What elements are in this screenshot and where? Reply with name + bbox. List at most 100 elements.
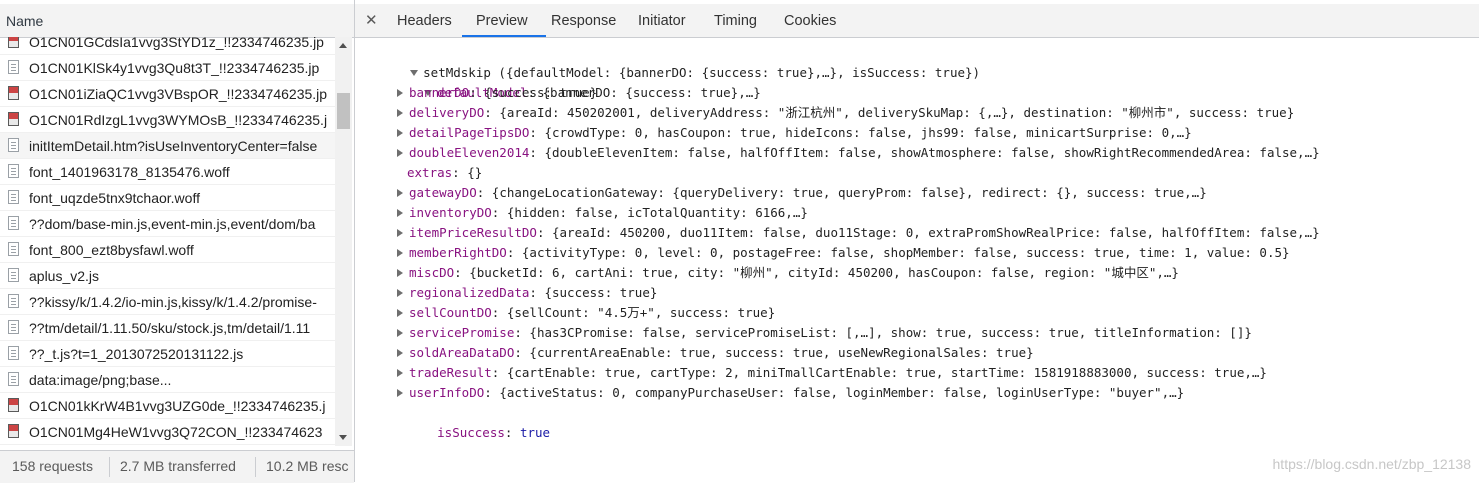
collapse-triangle-icon[interactable] (397, 288, 403, 297)
tree-key: regionalizedData (409, 285, 530, 300)
scroll-up-arrow-icon[interactable] (339, 43, 347, 48)
tree-node-default-model[interactable]: defaultModel: {bannerDO: {success: true}… (379, 63, 761, 100)
tree-key: deliveryDO (409, 105, 485, 120)
request-row[interactable]: font_1401963178_8135476.woff (0, 159, 335, 185)
collapse-triangle-icon[interactable] (397, 108, 403, 117)
document-file-icon (8, 138, 19, 152)
image-file-icon (8, 424, 19, 438)
tree-key: servicePromise (409, 325, 515, 340)
image-file-icon (8, 37, 19, 48)
watermark: https://blog.csdn.net/zbp_12138 (1272, 456, 1471, 472)
tree-key: memberRightDO (409, 245, 507, 260)
request-row[interactable]: O1CN01Mg4HeW1vvg3Q72CON_!!233474623 (0, 419, 335, 445)
collapse-triangle-icon[interactable] (397, 368, 403, 377)
request-row[interactable]: ??dom/base-min.js,event-min.js,event/dom… (0, 211, 335, 237)
tab-initiator[interactable]: Initiator (638, 13, 686, 29)
request-name: ??dom/base-min.js,event-min.js,event/dom… (29, 216, 316, 232)
document-file-icon (8, 320, 19, 334)
image-file-icon (8, 112, 19, 126)
request-row[interactable]: ??tm/detail/1.11.50/sku/stock.js,tm/deta… (0, 315, 335, 341)
tree-node-regionalizeddata[interactable]: regionalizedData: {success: true} (395, 283, 657, 303)
image-file-icon (8, 86, 19, 100)
tab-headers[interactable]: Headers (397, 13, 452, 29)
tree-value: {areaId: 450202001, deliveryAddress: "浙江… (499, 105, 1295, 120)
request-name: font_800_ezt8bysfawl.woff (29, 242, 194, 258)
document-file-icon (8, 268, 19, 282)
request-row[interactable]: O1CN01iZiaQC1vvg3VBspOR_!!2334746235.jp (0, 81, 335, 107)
tree-node-bannerdo[interactable]: bannerDO: {success: true} (395, 83, 597, 103)
transferred-size: 2.7 MB transferred (120, 458, 236, 474)
tree-value: {success: true} (544, 285, 658, 300)
tree-node-detailpagetipsdo[interactable]: detailPageTipsDO: {crowdType: 0, hasCoup… (395, 123, 1192, 143)
tree-key: miscDO (409, 265, 455, 280)
request-list: O1CN01GCdsIa1vvg3StYD1z_!!2334746235.jp O… (0, 37, 335, 446)
collapse-triangle-icon[interactable] (397, 348, 403, 357)
collapse-triangle-icon[interactable] (397, 228, 403, 237)
request-name: O1CN01kKrW4B1vvg3UZG0de_!!2334746235.j (29, 398, 326, 414)
request-row[interactable]: font_800_ezt8bysfawl.woff (0, 237, 335, 263)
tree-key: extras (407, 165, 453, 180)
tree-value: {changeLocationGateway: {queryDelivery: … (491, 185, 1207, 200)
tree-node-memberrightdo[interactable]: memberRightDO: {activityType: 0, level: … (395, 243, 1290, 263)
collapse-triangle-icon[interactable] (397, 128, 403, 137)
tree-value: {doubleElevenItem: false, halfOffItem: f… (544, 145, 1320, 160)
collapse-triangle-icon[interactable] (397, 208, 403, 217)
document-file-icon (8, 372, 19, 386)
request-row[interactable]: O1CN01kKrW4B1vvg3UZG0de_!!2334746235.j (0, 393, 335, 419)
collapse-triangle-icon[interactable] (397, 188, 403, 197)
request-row[interactable]: initItemDetail.htm?isUseInventoryCenter=… (0, 133, 335, 159)
tree-node-sellcountdo[interactable]: sellCountDO: {sellCount: "4.5万+", succes… (395, 303, 775, 323)
request-name: font_uqzde5tnx9tchaor.woff (29, 190, 200, 206)
tree-key: inventoryDO (409, 205, 492, 220)
request-row[interactable]: O1CN01KlSk4y1vvg3Qu8t3T_!!2334746235.jp (0, 55, 335, 81)
tree-value: {} (467, 165, 483, 180)
document-file-icon (8, 60, 19, 74)
tree-root-node[interactable]: setMdskip ({defaultModel: {bannerDO: {su… (365, 43, 980, 80)
collapse-triangle-icon[interactable] (397, 268, 403, 277)
name-column-header[interactable]: Name (0, 4, 354, 38)
collapse-triangle-icon[interactable] (397, 388, 403, 397)
tree-node-inventorydo[interactable]: inventoryDO: {hidden: false, icTotalQuan… (395, 203, 808, 223)
request-row[interactable]: aplus_v2.js (0, 263, 335, 289)
request-name: ??tm/detail/1.11.50/sku/stock.js,tm/deta… (29, 320, 311, 336)
document-file-icon (8, 242, 19, 256)
scroll-thumb[interactable] (337, 93, 350, 129)
tree-node-servicepromise[interactable]: servicePromise: {has3CPromise: false, se… (395, 323, 1252, 343)
tree-node-traderesult[interactable]: tradeResult: {cartEnable: true, cartType… (395, 363, 1267, 383)
tree-node-deliverydo[interactable]: deliveryDO: {areaId: 450202001, delivery… (395, 103, 1294, 123)
tree-value: {activeStatus: 0, companyPurchaseUser: f… (499, 385, 1185, 400)
collapse-triangle-icon[interactable] (397, 308, 403, 317)
request-row[interactable]: data:image/png;base... (0, 367, 335, 393)
tree-node-miscdo[interactable]: miscDO: {bucketId: 6, cartAni: true, cit… (395, 263, 1179, 283)
request-name: ??kissy/k/1.4.2/io-min.js,kissy/k/1.4.2/… (29, 294, 317, 310)
request-row[interactable]: O1CN01RdIzgL1vvg3WYMOsB_!!2334746235.j (0, 107, 335, 133)
request-row[interactable]: ??_t.js?t=1_2013072520131122.js (0, 341, 335, 367)
network-status-bar: 158 requests 2.7 MB transferred 10.2 MB … (0, 450, 354, 483)
tab-timing[interactable]: Timing (714, 13, 757, 29)
tree-node-itempriceresultdo[interactable]: itemPriceResultDO: {areaId: 450200, duo1… (395, 223, 1320, 243)
tree-node-doubleeleven2014[interactable]: doubleEleven2014: {doubleElevenItem: fal… (395, 143, 1320, 163)
tree-key: gatewayDO (409, 185, 477, 200)
collapse-triangle-icon[interactable] (397, 248, 403, 257)
tab-response[interactable]: Response (551, 13, 616, 29)
tree-node-soldareadatado[interactable]: soldAreaDataDO: {currentAreaEnable: true… (395, 343, 1034, 363)
request-name: O1CN01RdIzgL1vvg3WYMOsB_!!2334746235.j (29, 112, 328, 128)
request-row[interactable]: ??kissy/k/1.4.2/io-min.js,kissy/k/1.4.2/… (0, 289, 335, 315)
collapse-triangle-icon[interactable] (397, 88, 403, 97)
scroll-down-arrow-icon[interactable] (339, 435, 347, 440)
tab-cookies[interactable]: Cookies (784, 13, 836, 29)
tab-preview[interactable]: Preview (476, 13, 528, 29)
collapse-triangle-icon[interactable] (397, 328, 403, 337)
tree-value: {hidden: false, icTotalQuantity: 6166,…} (506, 205, 808, 220)
tree-node-gatewaydo[interactable]: gatewayDO: {changeLocationGateway: {quer… (395, 183, 1207, 203)
tree-key: tradeResult (409, 365, 492, 380)
tree-node-userinfodo[interactable]: userInfoDO: {activeStatus: 0, companyPur… (395, 383, 1184, 403)
document-file-icon (8, 190, 19, 204)
close-icon[interactable]: ✕ (365, 11, 378, 29)
request-row[interactable]: O1CN01GCdsIa1vvg3StYD1z_!!2334746235.jp (0, 37, 335, 55)
status-divider (109, 457, 110, 477)
collapse-triangle-icon[interactable] (397, 148, 403, 157)
request-row[interactable]: font_uqzde5tnx9tchaor.woff (0, 185, 335, 211)
request-list-scrollbar[interactable] (335, 37, 352, 446)
request-name: aplus_v2.js (29, 268, 100, 284)
